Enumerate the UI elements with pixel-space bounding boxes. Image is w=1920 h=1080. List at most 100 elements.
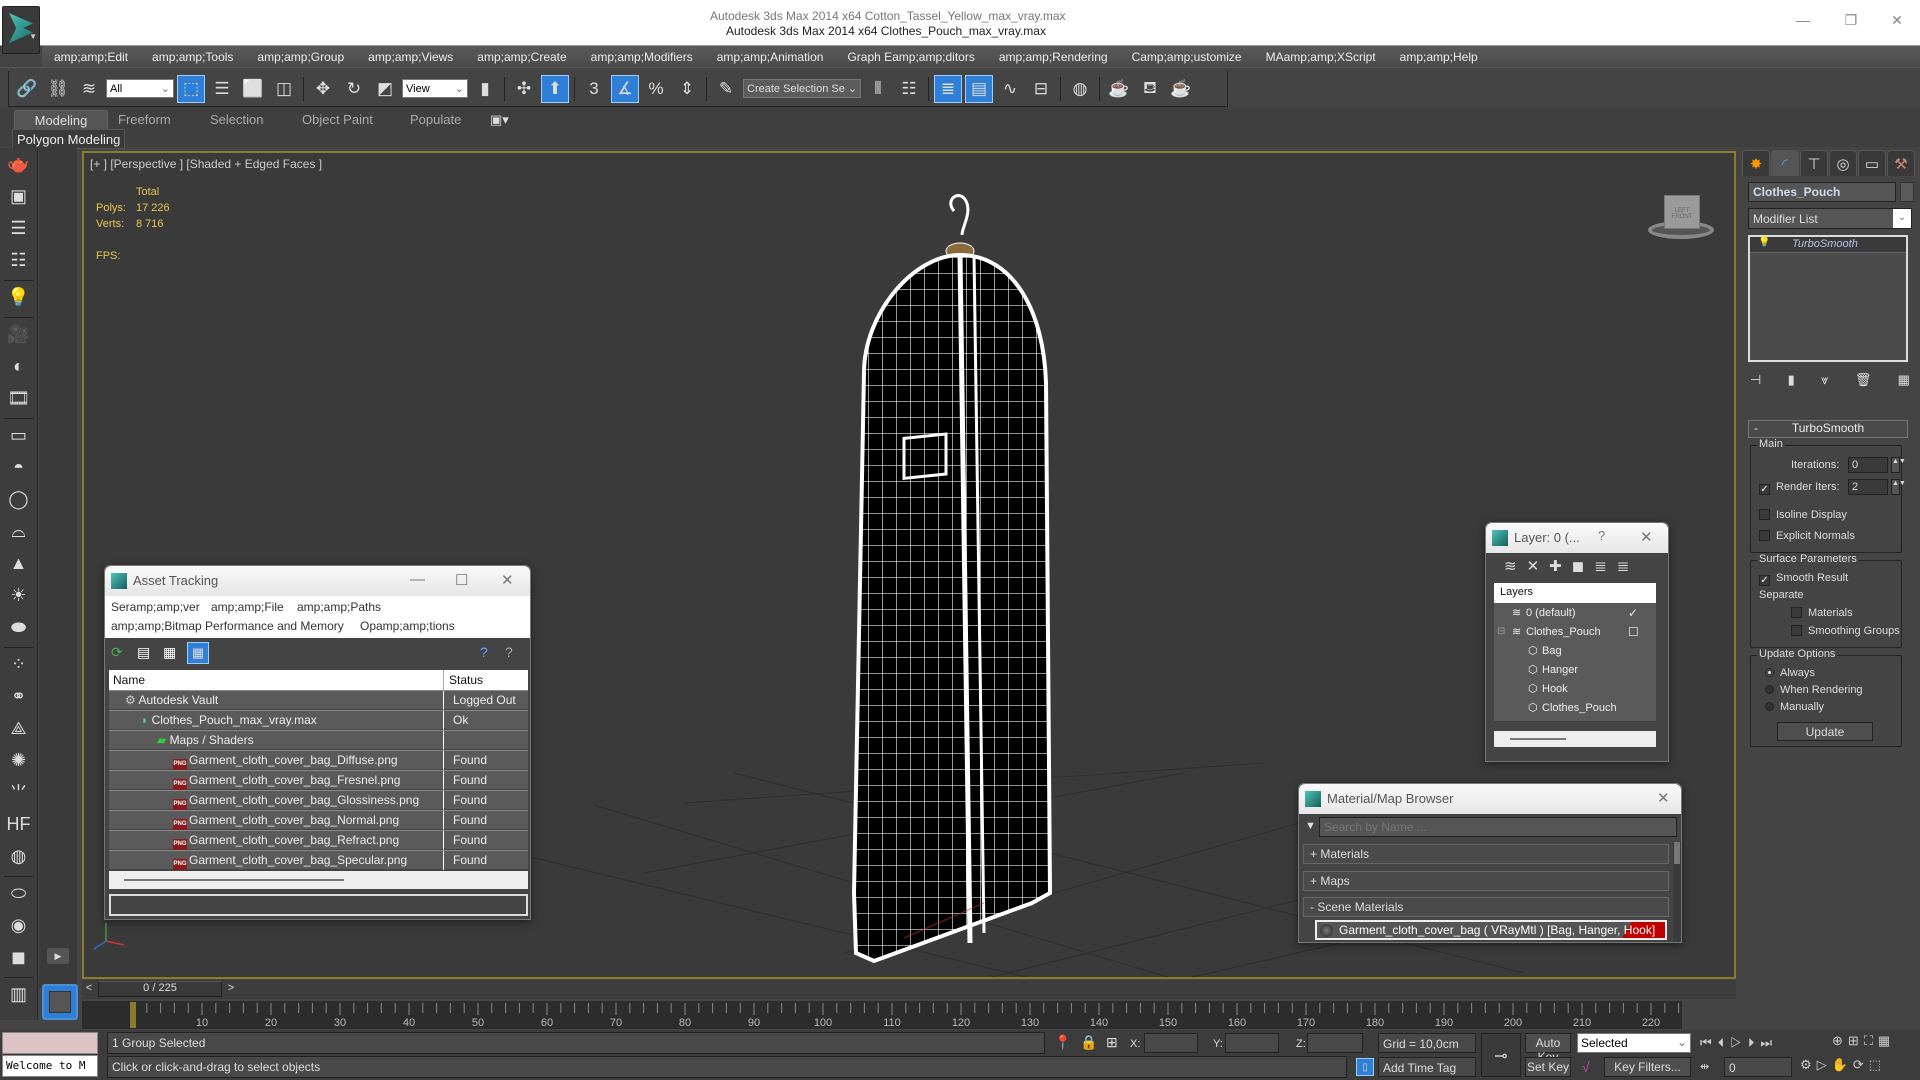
lightbulb-icon[interactable]: 💡 (1758, 237, 1770, 248)
default-in-out-tangents-icon[interactable]: √ (1582, 1059, 1590, 1075)
material-editor-icon[interactable]: ◍ (1066, 75, 1094, 103)
go-to-start-icon[interactable]: ⏮ (1700, 1035, 1718, 1050)
menu-create[interactable]: amp;amp;Create (465, 50, 578, 64)
hair-hf-icon[interactable]: HF (4, 812, 34, 836)
schematic-view-icon[interactable]: ⊟ (1027, 75, 1055, 103)
tab-populate[interactable]: Populate (410, 110, 461, 130)
go-to-end-icon[interactable]: ⏭ (1760, 1035, 1778, 1050)
dialog-titlebar[interactable]: Asset Tracking — ☐ ✕ (105, 566, 530, 596)
link-icon[interactable]: 🔗 (13, 75, 41, 103)
spinner-snap-icon[interactable]: ⇕ (673, 75, 701, 103)
menu-help[interactable]: amp;amp;Help (1388, 50, 1490, 64)
utility-icon[interactable]: ▥ (4, 982, 34, 1006)
disc-light-icon[interactable]: ⬬ (4, 615, 34, 639)
move-icon[interactable]: ✥ (309, 75, 337, 103)
dome-light-icon[interactable]: ◓ (4, 455, 34, 479)
make-unique-icon[interactable]: ⩔ (1821, 372, 1828, 388)
menu-customize[interactable]: Camp;amp;ustomize (1120, 50, 1254, 64)
play-icon[interactable]: ▶ (47, 948, 69, 964)
turbosmooth-rollout[interactable]: - TurboSmooth (1748, 420, 1908, 438)
percent-snap-icon[interactable]: % (642, 75, 670, 103)
pin-stack-icon[interactable]: ⊣ (1750, 372, 1761, 388)
delete-icon[interactable]: ✕ (1527, 558, 1550, 575)
close-icon[interactable]: ✕ (1640, 528, 1653, 546)
menu-graph-editors[interactable]: Graph Eamp;amp;ditors (835, 50, 986, 64)
zoom-icon[interactable]: ⊕ (1832, 1033, 1848, 1048)
render-production-icon[interactable]: ☕ (1167, 75, 1195, 103)
select-object-icon[interactable]: ⬚ (177, 74, 205, 103)
iterations-spinner[interactable]: ▲▼ (1891, 457, 1906, 473)
y-coordinate-input[interactable] (1225, 1033, 1279, 1053)
scrollbar-thumb[interactable] (1674, 842, 1680, 864)
tab-freeform[interactable]: Freeform (118, 110, 171, 130)
section-maps[interactable]: + Maps (1303, 871, 1669, 891)
menu-views[interactable]: amp;amp;Views (356, 50, 465, 64)
grass-icon[interactable]: ⺌ (4, 780, 34, 804)
pivot-center-icon[interactable]: ▮ (471, 75, 499, 103)
mini-curve-editor-toggle[interactable] (42, 984, 78, 1020)
angle-snap-icon[interactable]: ∡ (611, 74, 639, 103)
horizontal-scrollbar[interactable] (109, 871, 528, 889)
layer-item[interactable]: ⬡ Bag (1494, 643, 1656, 661)
menu-bitmap-performance[interactable]: amp;amp;Bitmap Performance and Memory (111, 619, 344, 633)
close-icon[interactable]: ✕ (1657, 789, 1670, 807)
render-window-icon[interactable]: ▣ (4, 184, 34, 208)
time-slider-thumb[interactable]: 0 / 225 (98, 981, 222, 997)
zoom-extents-all-icon[interactable]: ▦ (1878, 1033, 1895, 1048)
metaball-icon[interactable]: ⚭ (4, 684, 34, 708)
sun-icon[interactable]: ☀ (4, 583, 34, 607)
radio-when-rendering[interactable]: When Rendering (1765, 684, 1863, 696)
light-lister-icon[interactable]: 💡 (4, 285, 34, 309)
scene-material-item[interactable]: Garment_cloth_cover_bag ( VRayMtl ) [Bag… (1315, 920, 1667, 940)
render-iters-checkbox[interactable]: ✓ Render Iters: (1759, 481, 1840, 495)
section-materials[interactable]: + Materials (1303, 844, 1669, 864)
sphere-icon[interactable]: ⬭ (4, 881, 34, 905)
help-icon[interactable]: ? (480, 644, 488, 660)
time-tag-icon[interactable]: ▯ (1356, 1058, 1374, 1076)
select-by-name-icon[interactable]: ☰ (208, 75, 236, 103)
spot-light-icon[interactable]: ▲ (4, 551, 34, 575)
object-name-input[interactable]: Clothes_Pouch (1748, 182, 1896, 202)
zoom-extents-icon[interactable]: ⛶ (1864, 1033, 1878, 1048)
viewcube-box[interactable]: LEFT FRONT (1664, 195, 1700, 229)
show-end-result-icon[interactable]: ▮ (1788, 372, 1795, 388)
field-of-view-icon[interactable]: ▷ (1817, 1057, 1832, 1072)
play-animation-icon[interactable]: ▷ (1730, 1035, 1748, 1050)
bind-spacewarp-icon[interactable]: ≋ (75, 75, 103, 103)
teapot-icon[interactable]: 🫖 (4, 152, 34, 176)
table-row[interactable]: ◗ Clothes_Pouch_max_vray.max Ok (109, 710, 528, 730)
next-frame-button[interactable]: > (224, 982, 238, 997)
set-key-button[interactable]: Set Key (1525, 1057, 1571, 1077)
panel-icon[interactable]: ☰ (4, 216, 34, 240)
hair-ox-icon[interactable]: ◍ (4, 844, 34, 868)
menu-paths[interactable]: amp;amp;Paths (297, 600, 381, 614)
scale-icon[interactable]: ◩ (371, 75, 399, 103)
object-color-swatch[interactable] (1900, 182, 1914, 202)
tab-display-icon[interactable]: ▭ (1858, 150, 1886, 176)
table-row[interactable]: ▰ Maps / Shaders (109, 730, 528, 750)
render-iters-spinner[interactable]: ▲▼ (1891, 479, 1906, 495)
key-filters-button[interactable]: Key Filters... (1604, 1057, 1691, 1077)
x-coordinate-input[interactable] (1144, 1033, 1198, 1053)
menu-rendering[interactable]: amp;amp;Rendering (987, 50, 1120, 64)
add-time-tag-button[interactable]: Add Time Tag (1378, 1057, 1476, 1077)
explicit-normals-checkbox[interactable]: Explicit Normals (1759, 530, 1855, 542)
sphere-light-icon[interactable]: ◯ (4, 487, 34, 511)
menu-maxscript[interactable]: MAamp;amp;XScript (1254, 50, 1388, 64)
minimize-button[interactable]: — (1788, 12, 1818, 28)
orbit-icon[interactable]: ⟳ (1853, 1057, 1869, 1072)
path-input[interactable] (109, 894, 528, 916)
add-icon[interactable]: ✚ (1549, 558, 1572, 575)
mesh-light-icon[interactable]: ⌓ (4, 519, 34, 543)
auto-key-button[interactable]: Auto Key (1525, 1033, 1571, 1064)
prev-frame-button[interactable]: < (82, 982, 96, 997)
isolate-selection-icon[interactable]: 📍 (1054, 1034, 1071, 1051)
key-mode-toggle-icon[interactable]: ⇹ (1700, 1060, 1709, 1073)
render-iters-input[interactable]: 2 (1848, 479, 1888, 495)
close-icon[interactable]: ✕ (501, 571, 514, 589)
scene-explorer-icon[interactable]: ▤ (965, 74, 993, 103)
tab-modify-icon[interactable]: ◜ (1771, 150, 1799, 176)
help-context-icon[interactable]: ? (505, 644, 513, 660)
rect-selection-region-icon[interactable]: ⬜ (239, 75, 267, 103)
table-row[interactable]: PNG Garment_cloth_cover_bag_Diffuse.png Fo… (109, 750, 528, 770)
